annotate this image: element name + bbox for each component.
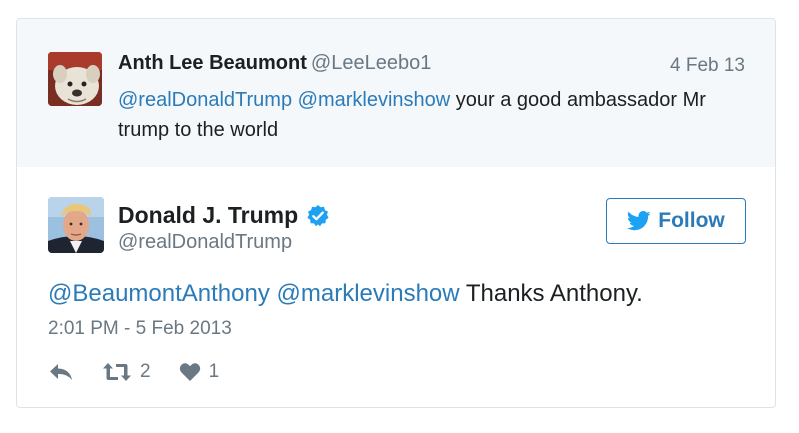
- parent-tweet[interactable]: Anth Lee Beaumont @LeeLeebo1 4 Feb 13 @re…: [17, 19, 775, 167]
- tweet-text: @BeaumontAnthony @marklevinshow Thanks A…: [48, 279, 748, 309]
- portrait-avatar-image: [48, 197, 104, 253]
- author-name-line[interactable]: Donald J. Trump: [118, 202, 330, 229]
- retweet-button[interactable]: 2: [102, 361, 151, 383]
- mention-link[interactable]: @marklevinshow: [298, 89, 451, 111]
- twitter-bird-icon: [627, 211, 651, 231]
- parent-tweet-date[interactable]: 4 Feb 13: [670, 55, 745, 77]
- embedded-tweet-card: Anth Lee Beaumont @LeeLeebo1 4 Feb 13 @re…: [16, 18, 776, 408]
- mention-link[interactable]: @marklevinshow: [277, 280, 460, 307]
- author-name[interactable]: Donald J. Trump: [118, 202, 298, 229]
- reply-button[interactable]: [48, 362, 74, 382]
- parent-tweet-text: @realDonaldTrump @marklevinshow your a g…: [118, 85, 758, 145]
- retweet-count: 2: [140, 361, 151, 382]
- tweet-timestamp[interactable]: 2:01 PM - 5 Feb 2013: [48, 318, 232, 340]
- parent-author-avatar[interactable]: [48, 52, 102, 106]
- parent-author-handle[interactable]: @LeeLeebo1: [311, 52, 431, 74]
- follow-button[interactable]: Follow: [606, 198, 746, 244]
- heart-icon: [179, 363, 200, 381]
- parent-author-line[interactable]: Anth Lee Beaumont @LeeLeebo1: [118, 52, 431, 75]
- author-avatar[interactable]: [48, 197, 104, 253]
- author-handle[interactable]: @realDonaldTrump: [118, 231, 292, 254]
- like-button[interactable]: 1: [179, 361, 220, 383]
- retweet-icon: [103, 363, 131, 381]
- tweet-body: Thanks Anthony.: [465, 280, 643, 307]
- parent-author-name[interactable]: Anth Lee Beaumont: [118, 52, 307, 74]
- mention-link[interactable]: @BeaumontAnthony: [48, 280, 270, 307]
- like-count: 1: [208, 361, 220, 382]
- verified-badge-icon: [306, 204, 330, 228]
- mention-link[interactable]: @realDonaldTrump: [118, 89, 292, 111]
- bulldog-avatar-image: [48, 52, 102, 106]
- reply-icon: [50, 364, 72, 380]
- tweet-actions: 2 1: [48, 359, 219, 385]
- follow-label: Follow: [658, 209, 725, 232]
